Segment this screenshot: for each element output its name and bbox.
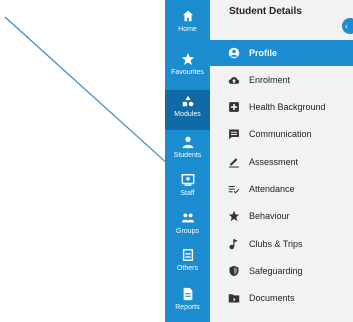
rail-item-modules[interactable]: Modules	[165, 90, 210, 130]
home-icon	[182, 10, 193, 22]
rail-item-staff[interactable]: Staff	[165, 169, 210, 207]
profile-icon	[228, 47, 240, 59]
others-icon	[182, 249, 193, 261]
panel-title: Student Details	[229, 6, 302, 17]
menu-item-communication[interactable]: Communication	[210, 121, 353, 147]
menu-item-safeguarding[interactable]: Safeguarding	[210, 258, 353, 284]
behaviour-icon	[228, 210, 240, 222]
staff-icon	[181, 174, 194, 186]
rail-item-groups[interactable]: Groups	[165, 207, 210, 245]
rail-item-label: Modules	[174, 111, 201, 118]
folder-icon	[228, 294, 240, 303]
menu-item-label: Communication	[249, 129, 312, 139]
message-icon	[229, 129, 239, 140]
rail-item-label: Favourites	[171, 69, 204, 76]
shield-icon	[229, 265, 239, 277]
menu-item-label: Enrolment	[249, 75, 291, 85]
rail-item-label: Students	[173, 152, 202, 159]
rail-item-reports[interactable]: Reports	[165, 283, 210, 321]
menu-item-label: Health Background	[249, 102, 326, 112]
health-icon	[229, 102, 239, 112]
modules-icon	[182, 95, 193, 107]
menu-item-assessment[interactable]: Assessment	[210, 149, 353, 175]
menu-item-label: Documents	[249, 293, 295, 303]
collapse-panel-button[interactable]: ‹	[342, 18, 353, 34]
menu-item-enrolment[interactable]: Enrolment	[210, 67, 353, 93]
rail-item-label: Staff	[180, 190, 195, 197]
menu-item-label: Behaviour	[249, 211, 290, 221]
menu-item-label: Profile	[249, 48, 278, 58]
cloud-icon	[228, 77, 240, 84]
attendance-icon	[228, 186, 240, 194]
groups-icon	[181, 213, 194, 223]
rail-item-label: Home	[178, 26, 197, 33]
rail-item-students[interactable]: Students	[165, 131, 210, 169]
menu-item-profile[interactable]: Profile	[210, 40, 353, 66]
pencil-icon	[229, 158, 239, 168]
menu-item-label: Clubs & Trips	[249, 239, 303, 249]
rail-item-label: Reports	[175, 304, 200, 311]
rail-item-favourites[interactable]: Favourites	[165, 48, 210, 86]
menu-item-attendance[interactable]: Attendance	[210, 176, 353, 202]
reports-icon	[183, 287, 192, 301]
clubs-icon	[229, 239, 238, 250]
star-icon	[181, 52, 194, 66]
rail-item-label: Others	[176, 265, 198, 272]
menu-item-documents[interactable]: Documents	[210, 285, 353, 311]
student-icon	[182, 136, 193, 149]
rail-item-label: Groups	[176, 228, 199, 235]
menu-item-health-background[interactable]: Health Background	[210, 94, 353, 120]
menu-item-behaviour[interactable]: Behaviour	[210, 203, 353, 229]
menu-item-label: Attendance	[249, 184, 295, 194]
navigation-rail: Home Favourites Modules Students Staff G…	[165, 0, 210, 322]
rail-item-home[interactable]: Home	[165, 5, 210, 43]
chevron-left-icon: ‹	[345, 21, 348, 31]
menu-item-clubs-trips[interactable]: Clubs & Trips	[210, 231, 353, 257]
rail-item-others[interactable]: Others	[165, 244, 210, 282]
menu-item-label: Safeguarding	[249, 266, 303, 276]
menu-item-label: Assessment	[249, 157, 299, 167]
